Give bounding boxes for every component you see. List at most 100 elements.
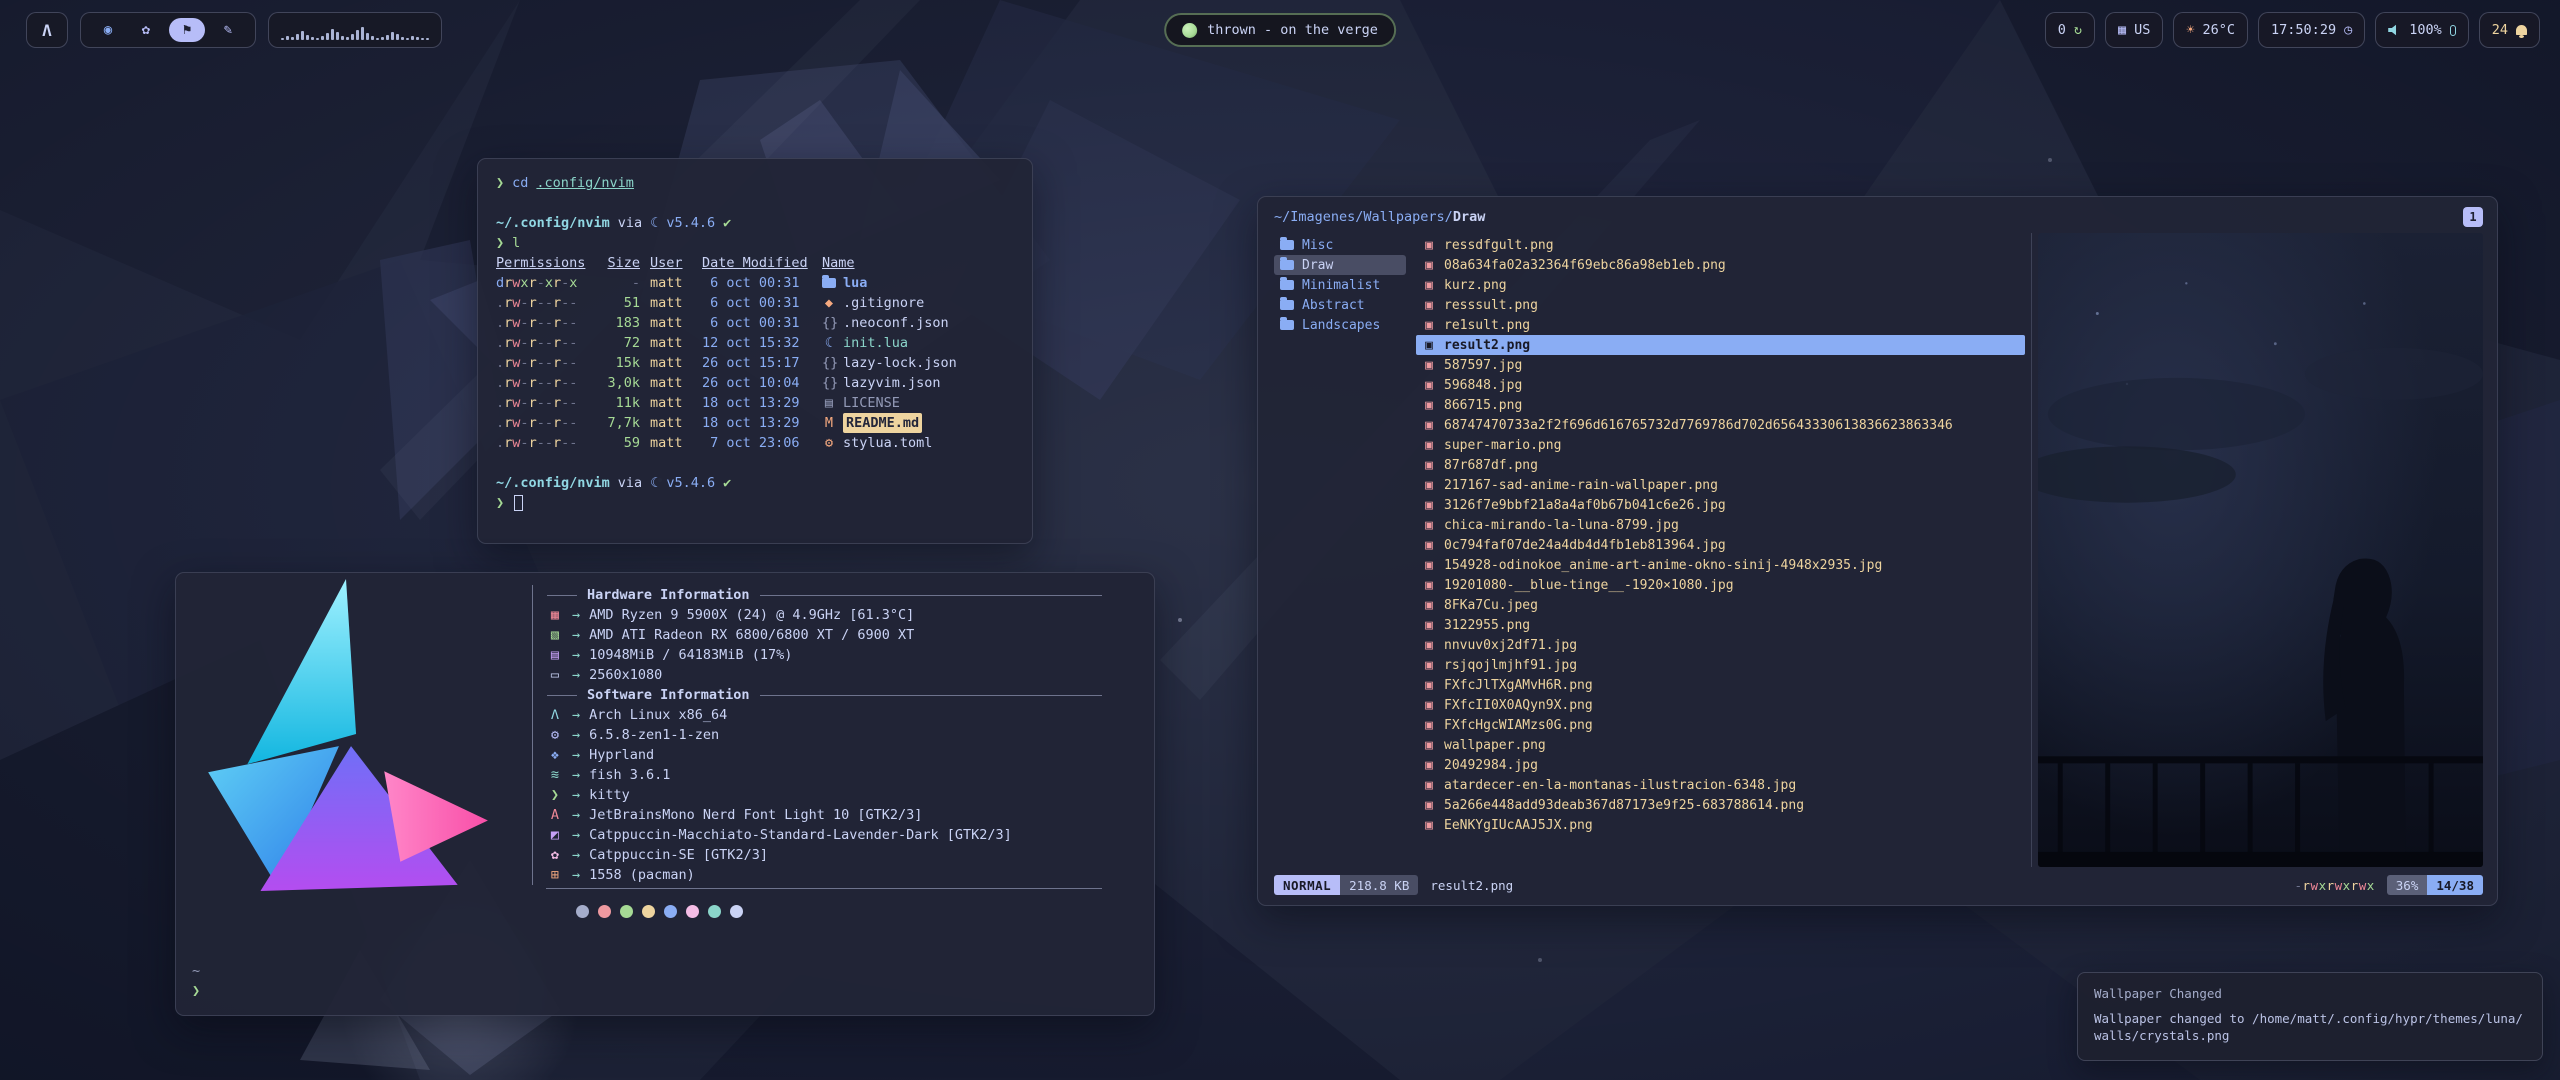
prompt-symbol: ❯ bbox=[496, 173, 504, 193]
fetch-info-panel: Hardware Information ▦→AMD Ryzen 9 5900X… bbox=[532, 585, 1138, 918]
image-icon: ▣ bbox=[1422, 818, 1436, 833]
palette-dot bbox=[664, 905, 677, 918]
permissions-string: .rw-r--r-- bbox=[496, 293, 588, 313]
visualizer-bar bbox=[311, 37, 314, 40]
file-item[interactable]: ▣8FKa7Cu.jpeg bbox=[1416, 595, 2025, 615]
image-icon: ▣ bbox=[1422, 498, 1436, 513]
volume-widget[interactable]: 100% bbox=[2375, 12, 2469, 48]
mode-badge: NORMAL bbox=[1274, 875, 1340, 895]
file-name: 68747470733a2f2f696d616765732d7769786d70… bbox=[1444, 418, 1953, 433]
file-date: 18 oct 13:29 bbox=[702, 413, 812, 433]
file-item[interactable]: ▣resssult.png bbox=[1416, 295, 2025, 315]
terminal-command-line: ❯ cd .config/nvim bbox=[496, 173, 1014, 193]
weather-widget[interactable]: 26°C bbox=[2173, 12, 2248, 48]
file-item[interactable]: ▣154928-odinokoe_anime-art-anime-okno-si… bbox=[1416, 555, 2025, 575]
file-item[interactable]: ▣866715.png bbox=[1416, 395, 2025, 415]
file-name: FXfcII0X0AQyn9X.png bbox=[1444, 698, 1593, 713]
visualizer-bar bbox=[361, 27, 364, 40]
file-size: 59 bbox=[598, 433, 640, 453]
file-manager-window[interactable]: ~/Imagenes/Wallpapers/Draw 1 MiscDrawMin… bbox=[1257, 196, 2498, 906]
file-item[interactable]: ▣20492984.jpg bbox=[1416, 755, 2025, 775]
fastfetch-window[interactable]: Hardware Information ▦→AMD Ryzen 9 5900X… bbox=[175, 572, 1155, 1016]
file-item[interactable]: ▣wallpaper.png bbox=[1416, 735, 2025, 755]
circle-icon[interactable]: ◉ bbox=[93, 18, 123, 42]
flag-icon[interactable]: ⚑ bbox=[169, 18, 205, 42]
file-item[interactable]: ▣587597.jpg bbox=[1416, 355, 2025, 375]
clock-icon bbox=[2344, 22, 2352, 38]
command-cd-arg: .config/nvim bbox=[536, 173, 634, 193]
file-item[interactable]: ▣FXfcHgcWIAMzs0G.png bbox=[1416, 715, 2025, 735]
file-manager-header: ~/Imagenes/Wallpapers/Draw 1 bbox=[1274, 205, 2483, 229]
fetch-shell-prompt[interactable]: ~ ❯ bbox=[192, 961, 200, 1001]
terminal-input-line[interactable]: ❯ bbox=[496, 493, 1014, 513]
terminal-cursor bbox=[514, 495, 523, 511]
image-icon: ▣ bbox=[1422, 358, 1436, 373]
file-item[interactable]: ▣nnvuv0xj2df71.jpg bbox=[1416, 635, 2025, 655]
sidebar-dir-abstract[interactable]: Abstract bbox=[1274, 295, 1406, 315]
file-item[interactable]: ▣5a266e448add93deab367d87173e9f25-683788… bbox=[1416, 795, 2025, 815]
image-icon: ▣ bbox=[1422, 438, 1436, 453]
file-item[interactable]: ▣FXfcJlTXgAMvH6R.png bbox=[1416, 675, 2025, 695]
sidebar-dir-draw[interactable]: Draw bbox=[1274, 255, 1406, 275]
shell-prompt-line: ~/.config/nvim via v5.4.6 ✔ bbox=[496, 213, 1014, 233]
updates-widget[interactable]: 0 bbox=[2045, 12, 2095, 48]
launcher-button[interactable] bbox=[26, 12, 68, 48]
file-item[interactable]: ▣0c794faf07de24a4db4d4fb1eb813964.jpg bbox=[1416, 535, 2025, 555]
file-size: 183 bbox=[598, 313, 640, 333]
media-player-pill[interactable]: thrown - on the verge bbox=[1164, 13, 1396, 47]
flower-icon[interactable]: ✿ bbox=[131, 18, 161, 42]
arrow-icon: → bbox=[572, 825, 580, 845]
file-item[interactable]: ▣217167-sad-anime-rain-wallpaper.png bbox=[1416, 475, 2025, 495]
file-item[interactable]: ▣kurz.png bbox=[1416, 275, 2025, 295]
file-name: README.md bbox=[843, 413, 922, 433]
sidebar-dir-misc[interactable]: Misc bbox=[1274, 235, 1406, 255]
prompt-cwd: ~ bbox=[192, 961, 200, 981]
pen-icon[interactable]: ✎ bbox=[213, 18, 243, 42]
visualizer-bar bbox=[356, 30, 359, 40]
file-item[interactable]: ▣result2.png bbox=[1416, 335, 2025, 355]
blank-line bbox=[496, 453, 1014, 473]
prompt-version: v5.4.6 bbox=[666, 473, 715, 493]
file-item[interactable]: ▣596848.jpg bbox=[1416, 375, 2025, 395]
clock-widget[interactable]: 17:50:29 bbox=[2258, 12, 2365, 48]
terminal-window[interactable]: ❯ cd .config/nvim ~/.config/nvim via v5.… bbox=[477, 158, 1033, 544]
file-item[interactable]: ▣rsjqojlmjhf91.jpg bbox=[1416, 655, 2025, 675]
ls-table-body: drwxr-xr-x-matt 6 oct 00:31lua.rw-r--r--… bbox=[496, 273, 1014, 453]
notification-popup[interactable]: Wallpaper Changed Wallpaper changed to /… bbox=[2077, 972, 2543, 1061]
file-item[interactable]: ▣atardecer-en-la-montanas-ilustracion-63… bbox=[1416, 775, 2025, 795]
file-item[interactable]: ▣3122955.png bbox=[1416, 615, 2025, 635]
file-size: 51 bbox=[598, 293, 640, 313]
keyboard-layout-widget[interactable]: US bbox=[2105, 12, 2163, 48]
sidebar-dir-landscapes[interactable]: Landscapes bbox=[1274, 315, 1406, 335]
visualizer-bar bbox=[406, 38, 409, 40]
workspace-switcher: ◉ ✿ ⚑ ✎ bbox=[80, 12, 256, 48]
gear-icon: ⚙ bbox=[822, 433, 836, 453]
permissions-string: .rw-r--r-- bbox=[496, 373, 588, 393]
file-item[interactable]: ▣re1sult.png bbox=[1416, 315, 2025, 335]
terminal-icon: ❯ bbox=[547, 785, 563, 805]
file-item[interactable]: ▣08a634fa02a32364f69ebc86a98eb1eb.png bbox=[1416, 255, 2025, 275]
file-item[interactable]: ▣87r687df.png bbox=[1416, 455, 2025, 475]
ls-table-header: PermissionsSizeUserDate ModifiedName bbox=[496, 253, 1014, 273]
file-name: 154928-odinokoe_anime-art-anime-okno-sin… bbox=[1444, 558, 1882, 573]
file-item[interactable]: ▣ressdfgult.png bbox=[1416, 235, 2025, 255]
arrow-icon: → bbox=[572, 625, 580, 645]
terminal-command-line: ❯ l bbox=[496, 233, 1014, 253]
file-item[interactable]: ▣19201080-__blue-tinge__-1920×1080.jpg bbox=[1416, 575, 2025, 595]
file-date: 6 oct 00:31 bbox=[702, 293, 812, 313]
file-item[interactable]: ▣68747470733a2f2f696d616765732d7769786d7… bbox=[1416, 415, 2025, 435]
file-item[interactable]: ▣EeNKYgIUcAAJ5JX.png bbox=[1416, 815, 2025, 835]
file-name: LICENSE bbox=[843, 393, 900, 413]
file-item[interactable]: ▣FXfcII0X0AQyn9X.png bbox=[1416, 695, 2025, 715]
palette-dot bbox=[730, 905, 743, 918]
file-name: lazy-lock.json bbox=[843, 353, 957, 373]
sidebar-dir-minimalist[interactable]: Minimalist bbox=[1274, 275, 1406, 295]
notifications-widget[interactable]: 24 bbox=[2479, 12, 2540, 48]
file-item[interactable]: ▣3126f7e9bbf21a8a4af0b67b041c6e26.jpg bbox=[1416, 495, 2025, 515]
file-item[interactable]: ▣chica-mirando-la-luna-8799.jpg bbox=[1416, 515, 2025, 535]
ls-column-header: Date Modified bbox=[702, 253, 812, 273]
tab-indicator[interactable]: 1 bbox=[2463, 207, 2483, 227]
folder-icon bbox=[1280, 320, 1294, 330]
weather-icon bbox=[2186, 22, 2194, 38]
file-item[interactable]: ▣super-mario.png bbox=[1416, 435, 2025, 455]
